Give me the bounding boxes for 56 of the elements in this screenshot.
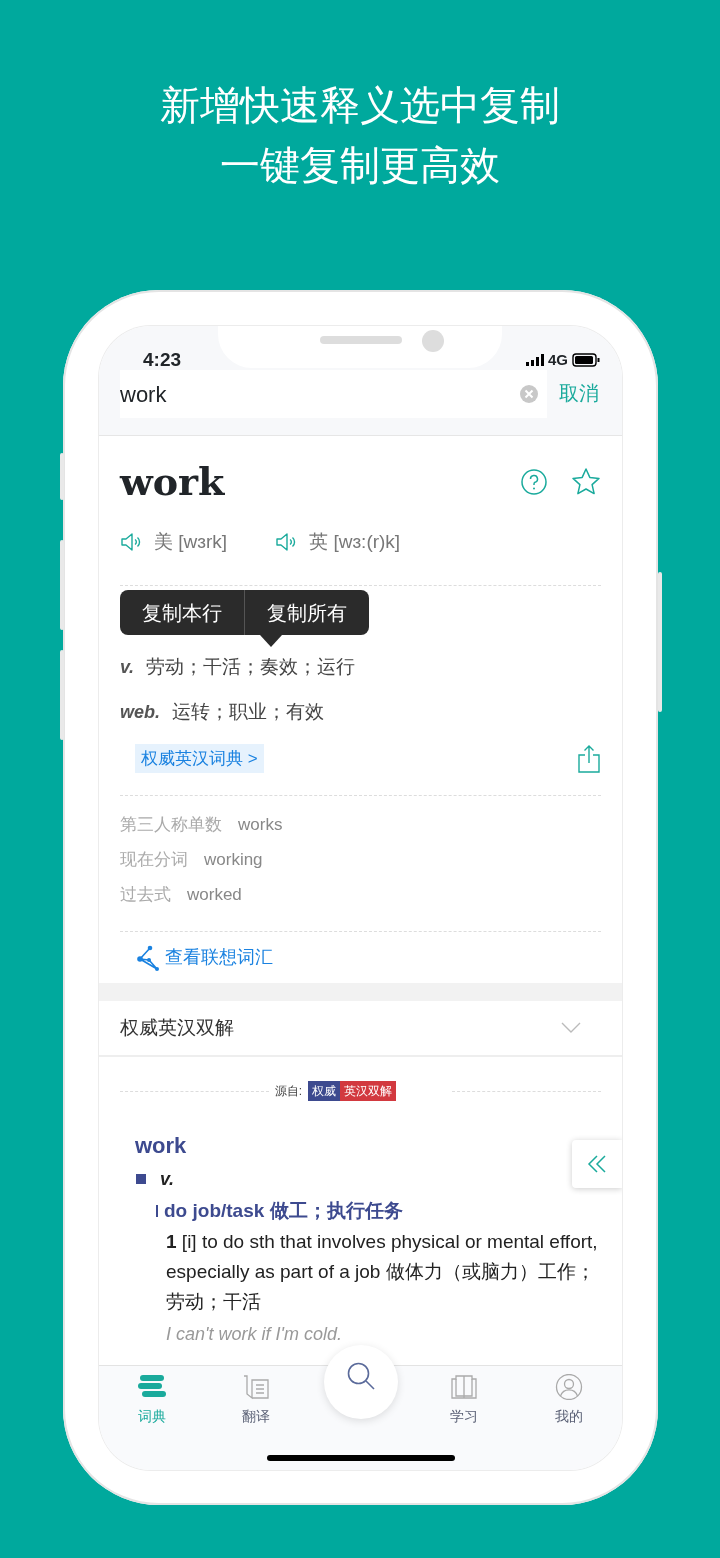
definition-text: 1 [i] to do sth that involves physical or mental effort, especially as part of a job 做体力（或脑力）工作；劳动；干活 (165, 1230, 599, 1314)
tab[interactable]: 我的 (529, 1374, 609, 1427)
battery-icon (572, 353, 600, 368)
related-words-link[interactable]: 查看联想词汇 (137, 944, 273, 971)
form-label: 过去式 (120, 883, 171, 906)
document-icon (242, 1374, 270, 1400)
camera (422, 330, 444, 352)
source-tag: 英汉双解 (340, 1081, 397, 1101)
search-field[interactable]: work (120, 370, 547, 418)
chevron-down-icon[interactable] (561, 1022, 581, 1034)
collapse-button[interactable] (572, 1140, 622, 1188)
meaning-text: 运转；职业；有效 (172, 700, 324, 725)
person-icon (555, 1374, 583, 1400)
copy-menu-item[interactable]: 复制所有 (244, 590, 369, 635)
bullet-icon (136, 1174, 146, 1184)
stack-icon (138, 1374, 166, 1400)
double-chevron-icon (587, 1154, 607, 1174)
signal-icon (526, 354, 544, 367)
marker-icon (156, 1205, 158, 1217)
search-button[interactable] (324, 1345, 398, 1419)
source-label: 源自: (274, 1083, 303, 1100)
source-tag: 权威 (308, 1081, 341, 1101)
section-title: 权威英汉双解 (120, 1015, 235, 1040)
example-sentence: I can't work if I'm cold. (165, 1323, 343, 1346)
tab[interactable]: 翻译 (216, 1374, 296, 1427)
book-icon (450, 1374, 478, 1400)
speaker-icon[interactable] (275, 531, 298, 553)
form-value: worked (187, 883, 242, 906)
pronunciation-label: 美 [wɜrk] (154, 529, 228, 554)
copy-menu-item[interactable]: 复制本行 (120, 590, 244, 635)
share-icon[interactable] (577, 744, 601, 773)
help-icon[interactable] (521, 468, 547, 495)
search-text: work (120, 380, 168, 409)
star-icon[interactable] (571, 466, 601, 497)
part-of-speech: v. (160, 1167, 175, 1191)
form-value: working (204, 848, 263, 871)
headline: 新增快速释义选中复制 (159, 82, 561, 129)
headword: work (120, 458, 226, 506)
meaning-text: 劳动；干活；奏效；运行 (146, 655, 356, 680)
headline: 一键复制更高效 (219, 142, 501, 189)
entry-word: work (134, 1132, 188, 1160)
clear-icon[interactable] (519, 384, 539, 404)
network-icon (137, 944, 161, 971)
part-of-speech: v. (120, 656, 135, 679)
pronunciation-label: 英 [wɜ:(r)k] (309, 529, 401, 554)
status-time: 4:23 (143, 348, 182, 372)
dictionary-link[interactable]: 权威英汉词典 > (135, 743, 264, 774)
form-label: 现在分词 (120, 848, 188, 871)
search-icon (346, 1361, 376, 1391)
form-value: works (238, 813, 283, 836)
tab[interactable]: 学习 (424, 1374, 504, 1427)
sense-heading: do job/task 做工；执行任务 (164, 1198, 403, 1223)
part-of-speech: web. (120, 701, 160, 724)
network-label: 4G (548, 350, 568, 370)
form-label: 第三人称单数 (120, 813, 222, 836)
speaker-icon[interactable] (120, 531, 142, 553)
